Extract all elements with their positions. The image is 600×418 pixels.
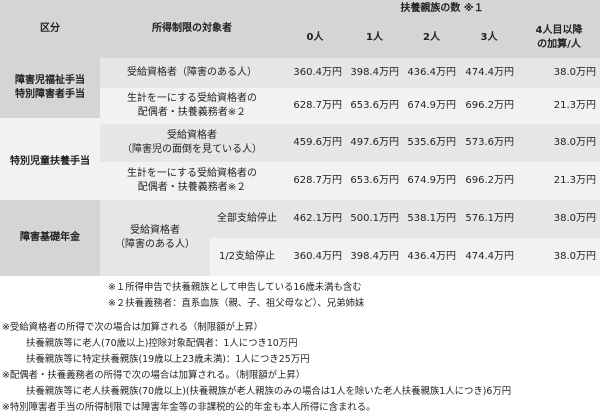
row-3-value-extra: 38.0万円 [518, 124, 600, 162]
row-5-value-2: 538.1万円 [403, 200, 460, 238]
row-4-value-1: 653.6万円 [346, 162, 403, 200]
footnote-6: ※配偶者・扶養義務者の所得で次の場合は加算される。（制限額が上昇） [2, 370, 306, 381]
group-label-welfare: 障害児福祉手当 特別障害者手当 [0, 58, 100, 118]
row-2-value-1: 653.6万円 [346, 88, 403, 124]
row-5-target: 受給資格者 （障害のある人） [100, 200, 210, 276]
row-4-value-2: 674.9万円 [403, 162, 460, 200]
footnote-3: ※受給資格者の所得で次の場合は加算される（制限額が上昇） [2, 322, 263, 333]
row-3-target: 受給資格者 （障害児の面倒を見ている人） [100, 124, 284, 162]
row-4-value-extra: 21.3万円 [518, 162, 600, 200]
row-2-value-3: 696.2万円 [460, 88, 518, 124]
footnote-2: ※２扶養義務者：直系血族（親、子、祖父母など）、兄弟姉妹 [108, 298, 365, 309]
header-col-extra: 4人目以降 の加算/人 [518, 18, 600, 58]
header-col-0: 0人 [284, 18, 346, 58]
row-3-value-1: 497.6万円 [346, 124, 403, 162]
row-6-value-1: 398.4万円 [346, 238, 403, 276]
row-5-value-extra: 38.0万円 [518, 200, 600, 238]
header-dependents-title: 扶養親族の数 ※１ [284, 0, 600, 18]
footnote-8: ※特別障害者手当の所得制限では障害年金等の非課税的公的年金も本人所得に含まれる。 [2, 402, 376, 413]
row-1-value-3: 474.4万円 [460, 58, 518, 88]
row-3-value-2: 535.6万円 [403, 124, 460, 162]
row-1-value-extra: 38.0万円 [518, 58, 600, 88]
row-5-sub: 全部支給停止 [210, 200, 284, 238]
footnote-1: ※１所得申告で扶養親族として申告している16歳未満も含む [108, 282, 362, 293]
row-5-value-1: 500.1万円 [346, 200, 403, 238]
row-5-value-0: 462.1万円 [284, 200, 346, 238]
group-label-child-rearing: 特別児童扶養手当 [0, 124, 100, 200]
row-4-value-3: 696.2万円 [460, 162, 518, 200]
row-6-sub: 1/2支給停止 [210, 238, 284, 276]
row-4-target: 生計を一にする受給資格者の 配偶者・扶養義務者※２ [100, 162, 284, 200]
row-3-value-0: 459.6万円 [284, 124, 346, 162]
row-6-value-3: 474.4万円 [460, 238, 518, 276]
row-1-value-2: 436.4万円 [403, 58, 460, 88]
footnote-7: 扶養親族等に老人扶養親族(70歳以上)(扶養親族が老人親族のみの場合は1人を除い… [26, 386, 512, 397]
header-col-2: 2人 [403, 18, 460, 58]
footnote-4: 扶養親族等に老人(70歳以上)控除対象配偶者：1人につき10万円 [26, 338, 298, 349]
row-6-value-0: 360.4万円 [284, 238, 346, 276]
row-1-target: 受給資格者（障害のある人） [100, 58, 284, 88]
row-2-value-2: 674.9万円 [403, 88, 460, 124]
row-1-value-1: 398.4万円 [346, 58, 403, 88]
group-label-disability-pension: 障害基礎年金 [0, 200, 100, 276]
row-1-value-0: 360.4万円 [284, 58, 346, 88]
row-4-value-0: 628.7万円 [284, 162, 346, 200]
row-2-value-extra: 21.3万円 [518, 88, 600, 124]
row-2-value-0: 628.7万円 [284, 88, 346, 124]
header-target: 所得制限の対象者 [100, 0, 284, 58]
footnote-5: 扶養親族等に特定扶養親族(19歳以上23歳未満)：1人につき25万円 [26, 354, 310, 365]
header-category: 区分 [0, 0, 100, 58]
header-col-1: 1人 [346, 18, 403, 58]
row-6-value-extra: 38.0万円 [518, 238, 600, 276]
row-5-value-3: 576.1万円 [460, 200, 518, 238]
row-3-value-3: 573.6万円 [460, 124, 518, 162]
row-2-target: 生計を一にする受給資格者の 配偶者・扶養義務者※２ [100, 88, 284, 124]
header-col-3: 3人 [460, 18, 518, 58]
row-6-value-2: 436.4万円 [403, 238, 460, 276]
